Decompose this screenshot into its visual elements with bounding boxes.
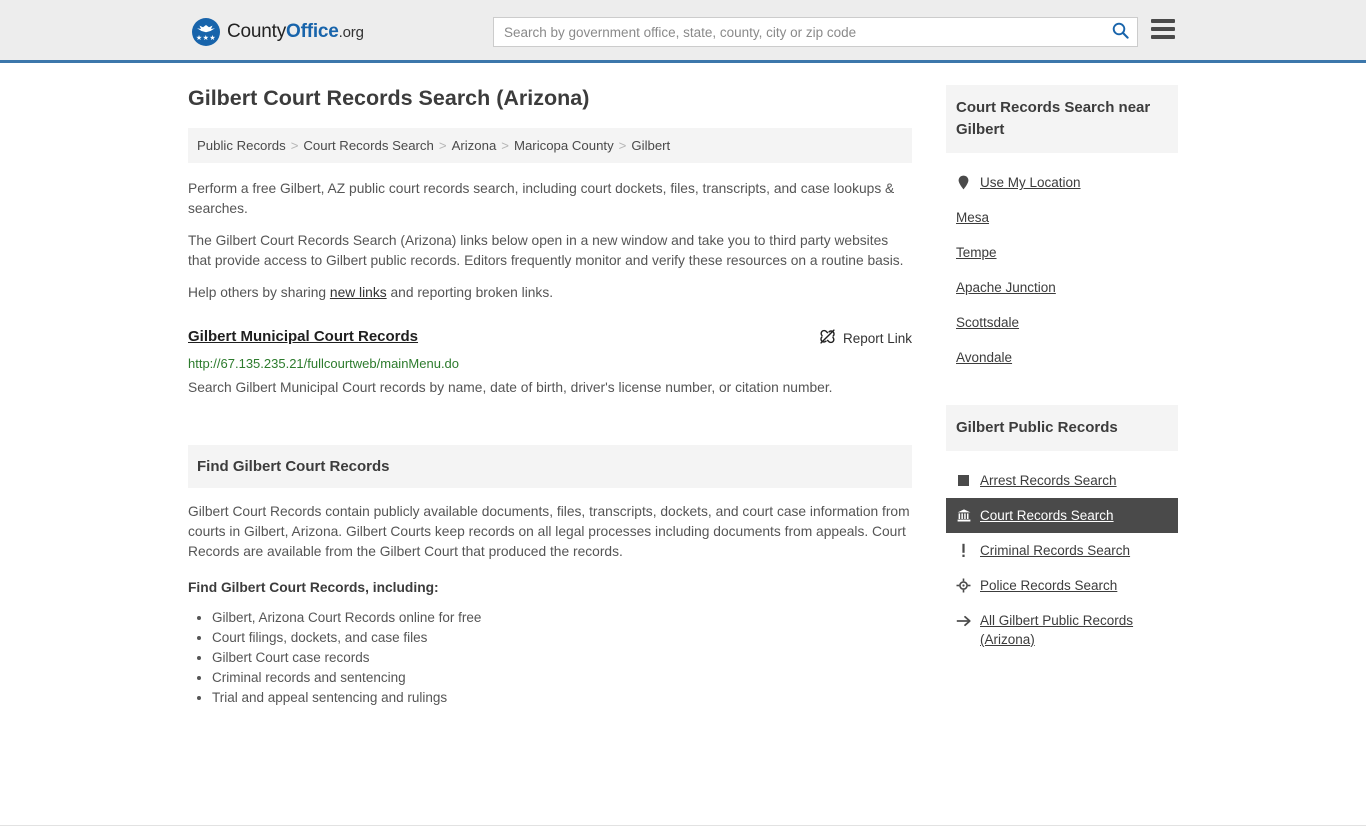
find-records-body: Gilbert Court Records contain publicly a… — [188, 488, 912, 708]
find-records-list-lead: Find Gilbert Court Records, including: — [188, 580, 439, 595]
intro-paragraph-1: Perform a free Gilbert, AZ public court … — [188, 181, 895, 216]
sidebar-item-label[interactable]: Apache Junction — [956, 278, 1056, 297]
find-records-list: Gilbert, Arizona Court Records online fo… — [188, 608, 912, 708]
help-text-before: Help others by sharing — [188, 285, 330, 300]
sidebar-item-use-my-location[interactable]: Use My Location — [946, 165, 1178, 200]
broken-link-icon — [819, 328, 836, 348]
arrow-right-icon — [956, 611, 971, 630]
public-records-widget-heading: Gilbert Public Records — [946, 405, 1178, 451]
breadcrumb-item-0[interactable]: Public Records — [197, 138, 286, 153]
breadcrumb-item-2[interactable]: Arizona — [452, 138, 497, 153]
hamburger-bar-3 — [1151, 35, 1175, 39]
breadcrumb-item-3[interactable]: Maricopa County — [514, 138, 614, 153]
nearby-widget-body: Use My Location Mesa Tempe Apache Juncti… — [946, 153, 1178, 375]
report-link-button[interactable]: Report Link — [819, 327, 912, 348]
public-records-widget: Gilbert Public Records Arrest Records Se… — [946, 405, 1178, 657]
sidebar-item-label[interactable]: Scottsdale — [956, 313, 1019, 332]
eagle-emblem-icon: ★★★ — [192, 18, 220, 46]
record-header-row: Gilbert Municipal Court Records Report L… — [188, 327, 912, 348]
record-url[interactable]: http://67.135.235.21/fullcourtweb/mainMe… — [188, 355, 912, 372]
record-entry: Gilbert Municipal Court Records Report L… — [188, 327, 912, 400]
breadcrumb-separator-3: > — [618, 138, 627, 153]
logo-wordmark: CountyOffice.org — [227, 21, 364, 43]
sidebar-item-label[interactable]: Police Records Search — [980, 576, 1117, 595]
sidebar-item-scottsdale[interactable]: Scottsdale — [946, 305, 1178, 340]
breadcrumb-item-4[interactable]: Gilbert — [631, 138, 670, 153]
find-records-paragraph: Gilbert Court Records contain publicly a… — [188, 504, 910, 559]
intro-paragraph-2: The Gilbert Court Records Search (Arizon… — [188, 233, 904, 268]
help-text-after: and reporting broken links. — [386, 285, 554, 300]
square-icon — [956, 471, 971, 490]
hamburger-bar-2 — [1151, 27, 1175, 31]
site-header: ★★★ CountyOffice.org — [0, 0, 1366, 63]
breadcrumb: Public Records > Court Records Search > Ariz… — [188, 128, 912, 163]
logo-text-org: .org — [338, 24, 364, 41]
sidebar-item-all-public-records[interactable]: All Gilbert Public Records (Arizona) — [946, 603, 1178, 657]
record-description: Search Gilbert Municipal Court records b… — [188, 380, 833, 395]
logo-text-county: County — [227, 21, 287, 42]
search-button[interactable] — [1103, 18, 1137, 46]
breadcrumb-item-1[interactable]: Court Records Search — [303, 138, 433, 153]
search-icon — [1112, 22, 1129, 42]
list-item: Criminal records and sentencing — [212, 668, 912, 688]
logo-text-office: Office — [286, 21, 339, 42]
sidebar-item-label[interactable]: Avondale — [956, 348, 1012, 367]
record-title-link[interactable]: Gilbert Municipal Court Records — [188, 327, 418, 347]
stars-icon: ★★★ — [195, 35, 217, 42]
hamburger-bar-1 — [1151, 19, 1175, 23]
list-item: Court filings, dockets, and case files — [212, 628, 912, 648]
list-item: Gilbert Court case records — [212, 648, 912, 668]
courthouse-icon — [956, 506, 971, 525]
page-wrapper: Gilbert Court Records Search (Arizona) P… — [0, 63, 1366, 826]
list-item: Gilbert, Arizona Court Records online fo… — [212, 608, 912, 628]
help-paragraph: Help others by sharing new links and rep… — [188, 283, 912, 303]
public-records-widget-body: Arrest Records Search Court Records Sear… — [946, 451, 1178, 657]
sidebar-item-avondale[interactable]: Avondale — [946, 340, 1178, 375]
sidebar-item-mesa[interactable]: Mesa — [946, 200, 1178, 235]
breadcrumb-separator-0: > — [290, 138, 299, 153]
nearby-widget: Court Records Search near Gilbert Use My… — [946, 85, 1178, 375]
site-logo[interactable]: ★★★ CountyOffice.org — [192, 18, 364, 46]
content-container: Gilbert Court Records Search (Arizona) P… — [188, 85, 1178, 708]
sidebar-item-apache-junction[interactable]: Apache Junction — [946, 270, 1178, 305]
search-input[interactable] — [494, 18, 1103, 46]
sidebar-item-court-records-search[interactable]: Court Records Search — [946, 498, 1178, 533]
police-badge-icon — [956, 576, 971, 595]
sidebar-item-label[interactable]: Mesa — [956, 208, 989, 227]
search-bar[interactable] — [493, 17, 1138, 47]
nearby-widget-heading: Court Records Search near Gilbert — [946, 85, 1178, 153]
sidebar-item-arrest-records-search[interactable]: Arrest Records Search — [946, 463, 1178, 498]
find-records-heading: Find Gilbert Court Records — [188, 445, 912, 488]
report-link-label: Report Link — [842, 330, 912, 346]
sidebar-item-label[interactable]: Arrest Records Search — [980, 471, 1117, 490]
new-links-link[interactable]: new links — [330, 285, 387, 300]
list-item: Trial and appeal sentencing and rulings — [212, 688, 912, 708]
sidebar-item-tempe[interactable]: Tempe — [946, 235, 1178, 270]
sidebar-item-label[interactable]: Use My Location — [980, 173, 1081, 192]
hamburger-menu-icon[interactable] — [1151, 19, 1175, 39]
sidebar-item-label[interactable]: All Gilbert Public Records (Arizona) — [980, 611, 1168, 649]
sidebar-item-police-records-search[interactable]: Police Records Search — [946, 568, 1178, 603]
map-pin-icon — [956, 173, 971, 192]
main-column: Gilbert Court Records Search (Arizona) P… — [188, 85, 912, 708]
sidebar-item-criminal-records-search[interactable]: Criminal Records Search — [946, 533, 1178, 568]
sidebar-item-label[interactable]: Tempe — [956, 243, 997, 262]
breadcrumb-separator-1: > — [438, 138, 447, 153]
exclamation-icon — [956, 541, 971, 560]
sidebar: Court Records Search near Gilbert Use My… — [946, 85, 1178, 665]
page-title: Gilbert Court Records Search (Arizona) — [188, 86, 590, 110]
sidebar-item-label[interactable]: Criminal Records Search — [980, 541, 1130, 560]
sidebar-item-label[interactable]: Court Records Search — [980, 506, 1114, 525]
breadcrumb-separator-2: > — [501, 138, 509, 153]
